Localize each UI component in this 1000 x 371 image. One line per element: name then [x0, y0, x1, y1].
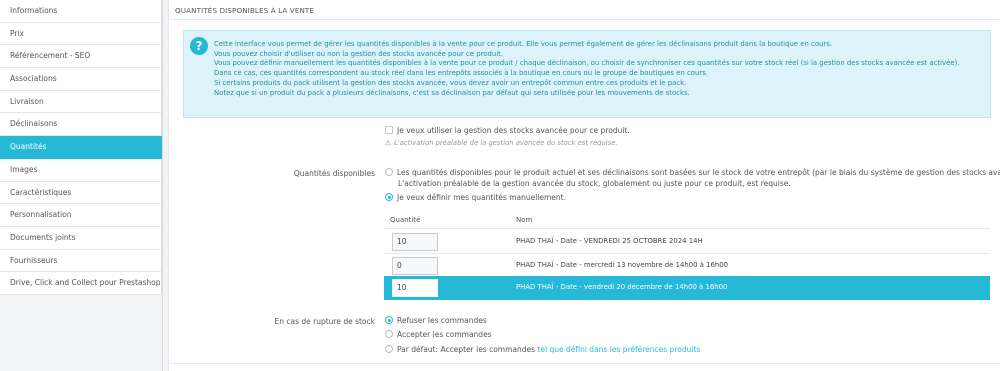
sidebar-item-quantites[interactable]: Quantités [0, 136, 162, 159]
info-text: Cette interface vous permet de gérer les… [214, 40, 982, 98]
quantity-input[interactable]: 10 [392, 233, 438, 251]
combination-name: PHAD THAÏ - Date - mercredi 13 novembre … [516, 261, 728, 269]
out-of-stock-refuse-option[interactable]: Refuser les commandes [385, 316, 487, 325]
combination-name: PHAD THAÏ - Date - vendredi 20 décembre … [516, 283, 728, 291]
info-line: Notez que si un produit du pack a plusie… [214, 88, 690, 97]
accept-orders-label: Accepter les commandes [397, 330, 492, 339]
info-line: Cette interface vous permet de gérer les… [214, 40, 833, 48]
sidebar-item-livraison[interactable]: Livraison [0, 90, 162, 114]
advanced-stock-option[interactable]: Je veux utiliser la gestion des stocks a… [385, 126, 630, 135]
help-icon: ? [190, 37, 208, 55]
sidebar: Informations Prix Référencement - SEO As… [0, 0, 163, 371]
product-preferences-link[interactable]: tel que défini dans les préférences prod… [537, 345, 700, 354]
quantities-auto-label: Les quantités disponibles pour le produi… [397, 168, 1000, 177]
default-orders-radio[interactable] [385, 345, 393, 353]
refuse-orders-label: Refuser les commandes [397, 316, 487, 325]
refuse-orders-radio[interactable] [385, 316, 393, 324]
sidebar-item-personnalisation[interactable]: Personnalisation [0, 204, 162, 227]
sidebar-item-drive-click-collect[interactable]: Drive, Click and Collect pour Prestashop [0, 272, 162, 295]
advanced-stock-label: Je veux utiliser la gestion des stocks a… [397, 126, 630, 135]
quantities-auto-note: L'activation préalable de la gestion ava… [398, 179, 791, 188]
info-line: Vous pouvez choisir d'utiliser ou non la… [214, 49, 504, 58]
quantities-table-header: Quantité Nom [384, 213, 990, 229]
info-line: Vous pouvez définir manuellement les qua… [214, 59, 960, 68]
quantities-manual-option[interactable]: Je veux définir mes quantités manuelleme… [385, 193, 566, 202]
title-divider [169, 19, 1000, 20]
bottom-divider [169, 363, 1000, 364]
accept-orders-radio[interactable] [385, 330, 393, 338]
info-line: Si certains produits du pack utilisent l… [214, 78, 687, 87]
quantity-input[interactable]: 0 [392, 257, 438, 275]
table-row[interactable]: 0 PHAD THAÏ - Date - mercredi 13 novembr… [384, 254, 990, 278]
sidebar-item-prix[interactable]: Prix [0, 22, 162, 46]
sidebar-item-informations[interactable]: Informations [0, 0, 162, 23]
info-alert: ? Cette interface vous permet de gérer l… [183, 30, 991, 118]
default-orders-label: Par défaut: Accepter les commandes [397, 345, 536, 354]
out-of-stock-label: En cas de rupture de stock [274, 317, 375, 326]
sidebar-item-fournisseurs[interactable]: Fournisseurs [0, 249, 162, 273]
table-row[interactable]: 10 PHAD THAÏ - Date - VENDREDI 25 OCTOBR… [384, 230, 990, 254]
quantities-panel: QUANTITÉS DISPONIBLES À LA VENTE ? Cette… [168, 0, 1000, 371]
advanced-stock-note-text: L'activation préalable de la gestion ava… [394, 139, 618, 147]
sidebar-item-associations[interactable]: Associations [0, 68, 162, 91]
advanced-stock-note: ⚠ L'activation préalable de la gestion av… [385, 139, 618, 147]
combination-name: PHAD THAÏ - Date - VENDREDI 25 OCTOBRE 2… [516, 237, 703, 245]
quantity-input[interactable]: 10 [392, 279, 438, 297]
info-line: Dans ce cas, ces quantités correspondent… [214, 69, 708, 78]
sidebar-item-images[interactable]: Images [0, 158, 162, 182]
quantities-manual-label: Je veux définir mes quantités manuelleme… [397, 193, 566, 202]
warning-icon: ⚠ [385, 139, 392, 147]
sidebar-item-caracteristiques[interactable]: Caractéristiques [0, 181, 162, 205]
sidebar-item-documents-joints[interactable]: Documents joints [0, 226, 162, 250]
quantities-auto-radio[interactable] [385, 168, 393, 176]
quantities-label: Quantités disponibles [293, 169, 375, 178]
sidebar-item-seo[interactable]: Référencement - SEO [0, 45, 162, 69]
quantities-manual-radio[interactable] [385, 193, 393, 201]
out-of-stock-accept-option[interactable]: Accepter les commandes [385, 330, 492, 339]
panel-title: QUANTITÉS DISPONIBLES À LA VENTE [175, 6, 315, 15]
advanced-stock-checkbox[interactable] [385, 126, 393, 134]
out-of-stock-default-option[interactable]: Par défaut: Accepter les commandes tel q… [385, 345, 700, 354]
table-row[interactable]: 10 PHAD THAÏ - Date - vendredi 20 décemb… [384, 276, 990, 300]
quantities-auto-option[interactable]: Les quantités disponibles pour le produi… [385, 168, 1000, 177]
column-name: Nom [516, 216, 533, 224]
sidebar-item-declinaisons[interactable]: Déclinaisons [0, 113, 162, 137]
column-quantity: Quantité [390, 216, 421, 224]
